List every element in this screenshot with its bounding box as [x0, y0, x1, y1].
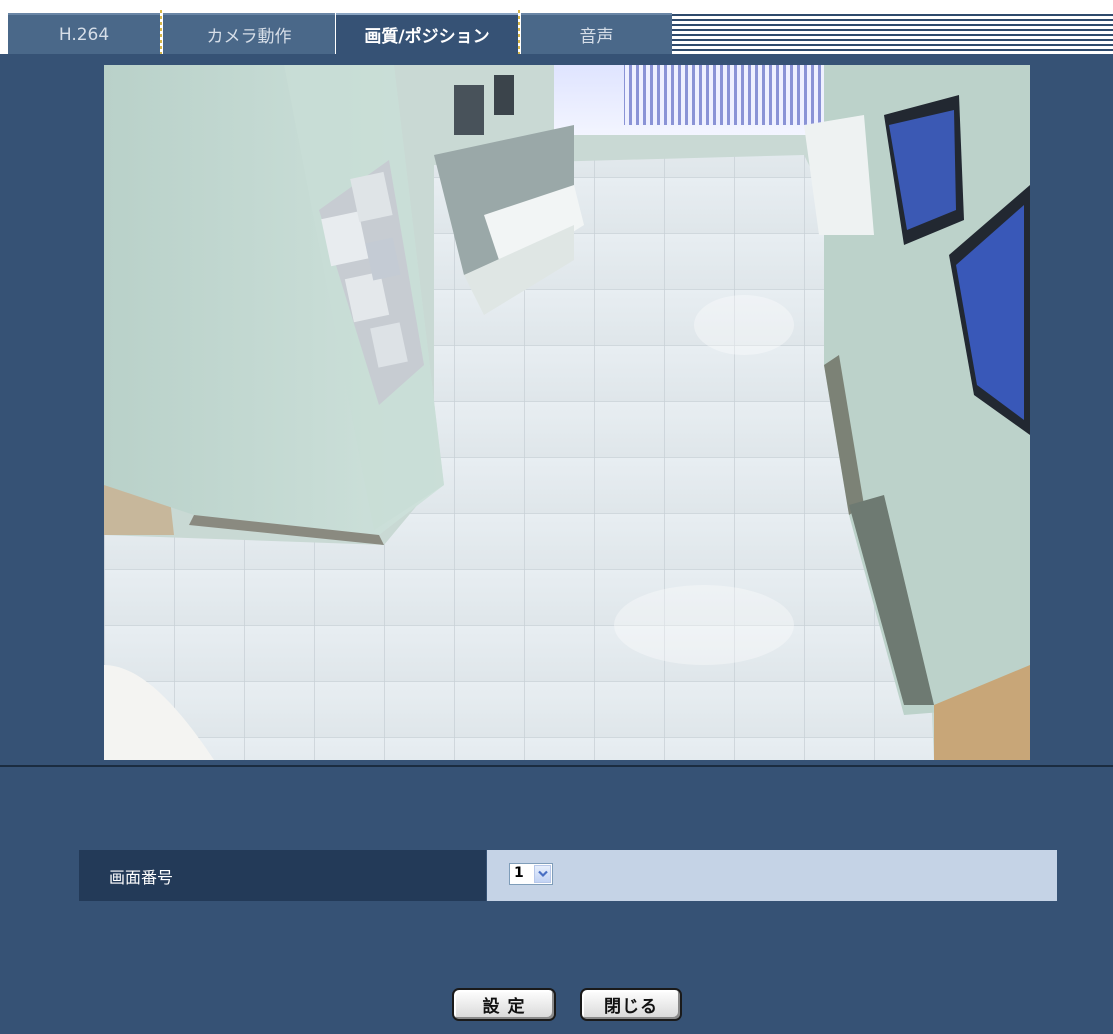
close-button[interactable]: 閉じる: [580, 988, 682, 1021]
tab-label: 画質/ポジション: [364, 27, 490, 47]
section-divider: [0, 765, 1113, 767]
chevron-down-icon[interactable]: [534, 865, 551, 883]
tab-label: カメラ動作: [206, 27, 292, 47]
tab-bar-decoration: [672, 14, 1113, 54]
screen-number-setting: 画面番号 1: [79, 850, 1057, 901]
tab-h264[interactable]: H.264: [8, 13, 160, 54]
screen-number-selected-value: 1: [514, 865, 524, 881]
set-button[interactable]: 設 定: [452, 988, 556, 1021]
tab-label: H.264: [58, 24, 110, 45]
tab-label: 音声: [579, 27, 614, 47]
screen-number-value-cell: 1: [487, 850, 1057, 901]
tab-audio[interactable]: 音声: [521, 13, 672, 54]
tab-bar: H.264 カメラ動作 画質/ポジション 音声: [0, 0, 1113, 54]
tab-separator: [518, 10, 520, 54]
tab-camera-operation[interactable]: カメラ動作: [163, 13, 335, 54]
tab-image-position[interactable]: 画質/ポジション: [336, 13, 518, 54]
camera-live-view: [104, 65, 1030, 760]
screen-number-label: 画面番号: [79, 850, 486, 901]
camera-image: [104, 65, 1030, 760]
tab-separator: [160, 10, 162, 54]
screen-number-select[interactable]: 1: [509, 863, 553, 885]
